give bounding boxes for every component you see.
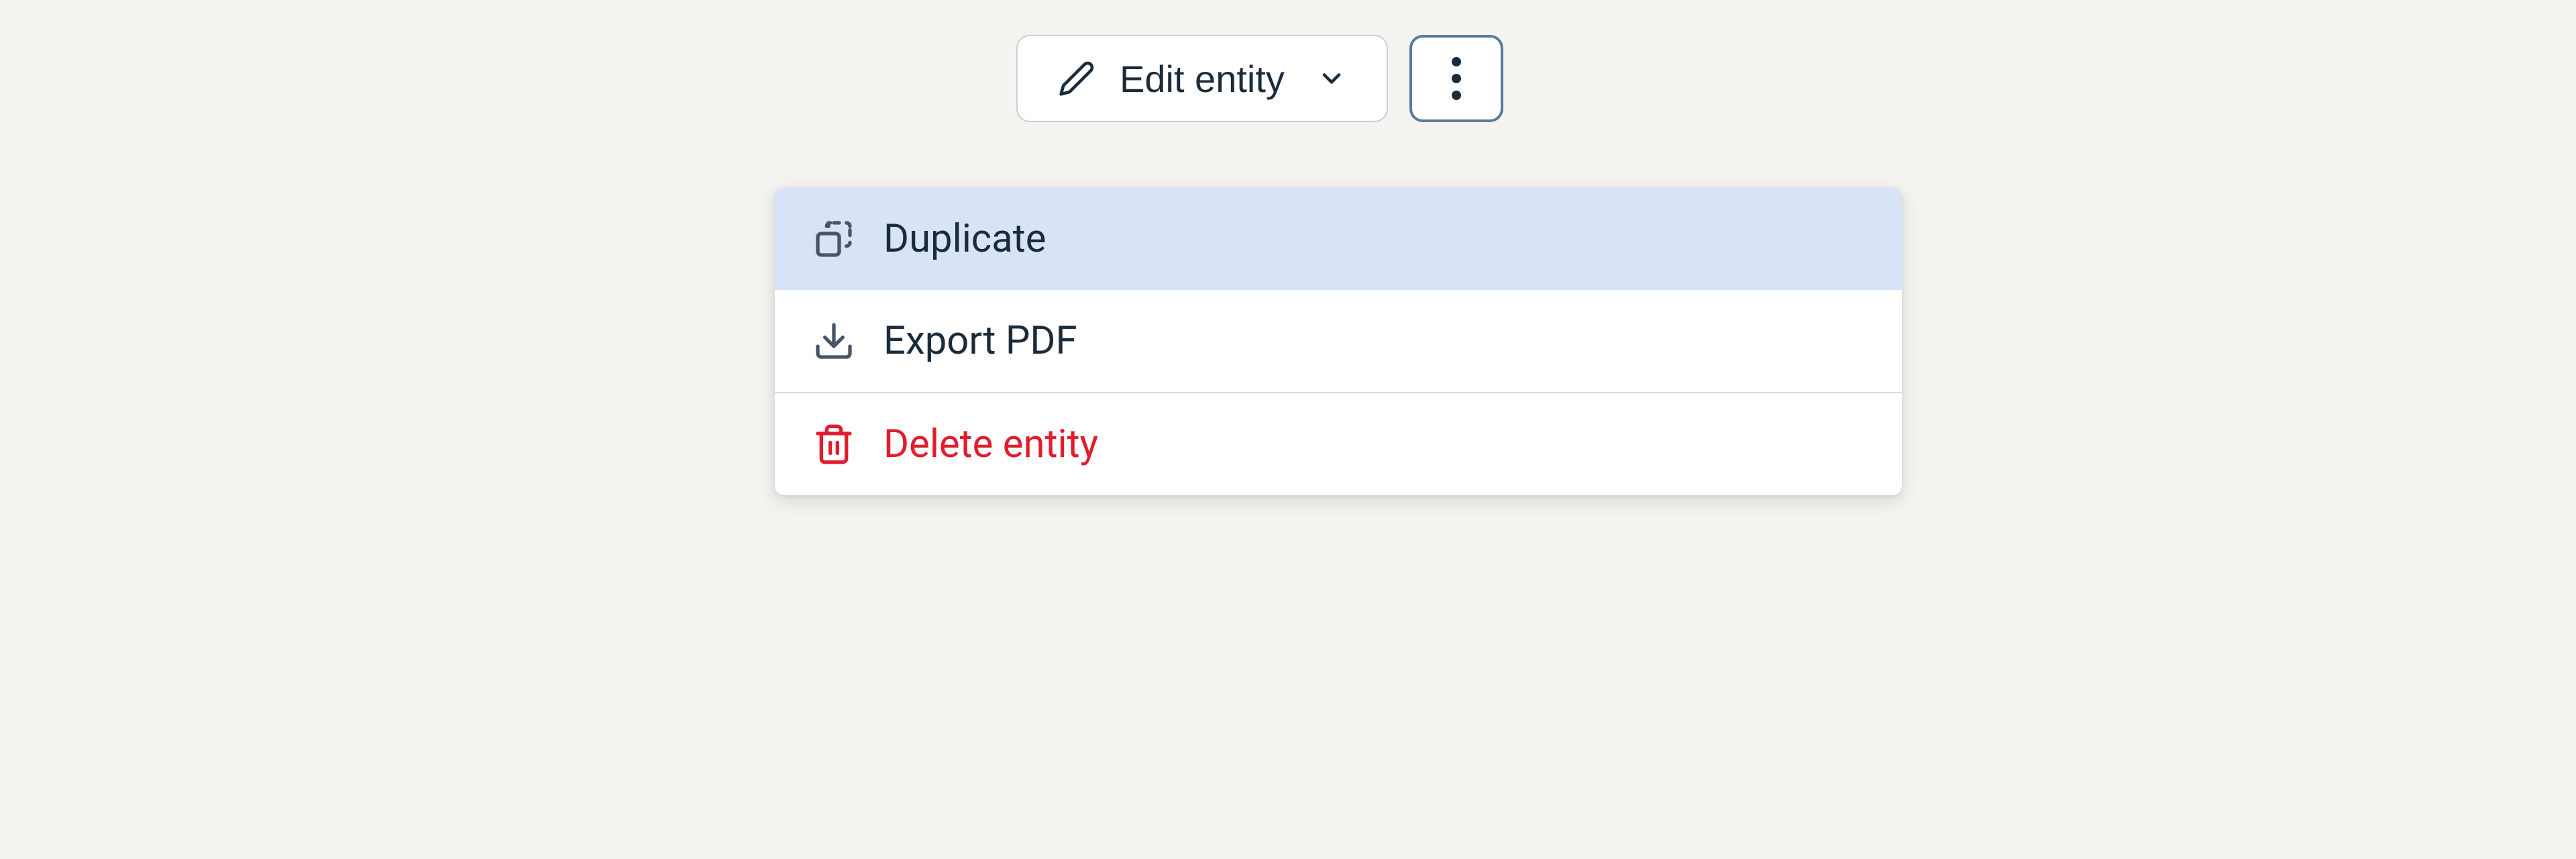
- download-icon: [812, 319, 855, 362]
- menu-item-export-pdf[interactable]: Export PDF: [775, 290, 1902, 392]
- menu-item-duplicate[interactable]: Duplicate: [775, 188, 1902, 290]
- menu-item-label: Export PDF: [883, 318, 1077, 364]
- edit-entity-button[interactable]: Edit entity: [1016, 35, 1388, 122]
- more-vertical-icon: [1451, 55, 1462, 102]
- menu-item-delete[interactable]: Delete entity: [775, 393, 1902, 495]
- chevron-down-icon: [1317, 64, 1346, 93]
- edit-entity-label: Edit entity: [1120, 57, 1285, 101]
- toolbar: Edit entity: [1016, 35, 1902, 122]
- menu-item-label: Delete entity: [883, 421, 1098, 467]
- duplicate-icon: [812, 217, 855, 260]
- pencil-icon: [1058, 60, 1095, 97]
- actions-dropdown: Duplicate Export PDF: [775, 188, 1902, 495]
- menu-item-label: Duplicate: [883, 216, 1046, 262]
- more-actions-button[interactable]: [1409, 35, 1503, 122]
- trash-icon: [812, 423, 855, 466]
